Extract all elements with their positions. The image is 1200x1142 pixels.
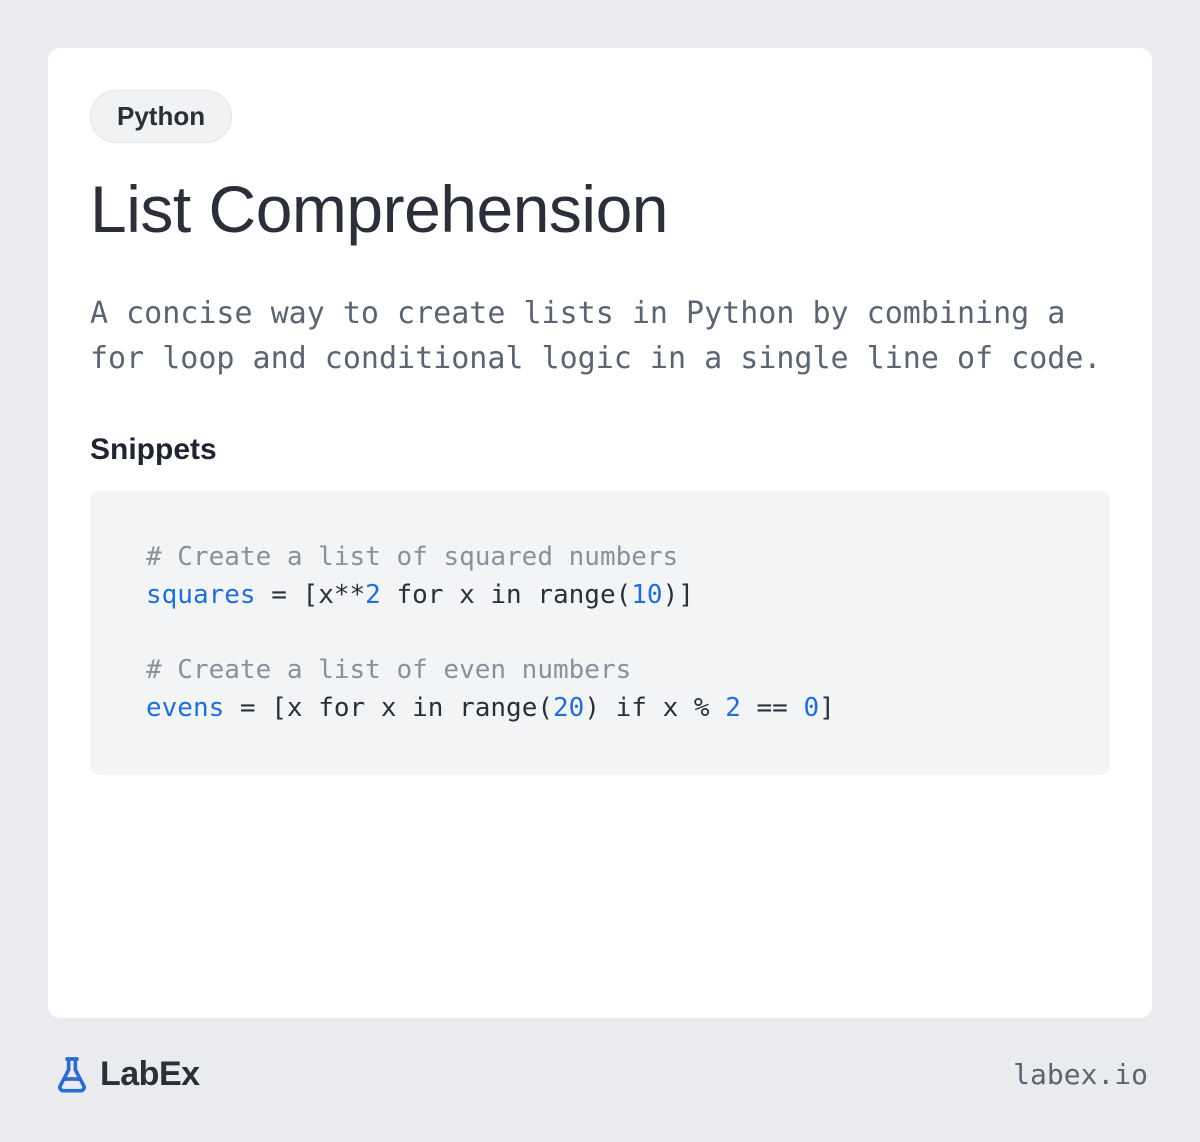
snippets-heading: Snippets: [90, 433, 1110, 467]
code-variable: squares: [146, 580, 256, 610]
flask-icon: [52, 1054, 92, 1094]
code-snippet: # Create a list of squared numbers squar…: [90, 491, 1110, 775]
language-tag: Python: [90, 90, 232, 143]
page-title: List Comprehension: [90, 171, 1110, 247]
code-variable: evens: [146, 693, 224, 723]
footer: LabEx labex.io: [48, 1054, 1152, 1094]
footer-url: labex.io: [1013, 1058, 1148, 1091]
description-text: A concise way to create lists in Python …: [90, 291, 1110, 381]
content-card: Python List Comprehension A concise way …: [48, 48, 1152, 1018]
logo-text: LabEx: [100, 1055, 200, 1094]
code-number: 20: [553, 693, 584, 723]
code-text: )]: [663, 580, 694, 610]
code-number: 2: [365, 580, 381, 610]
code-number: 2: [725, 693, 741, 723]
code-comment: # Create a list of even numbers: [146, 655, 631, 685]
code-text: for x in range(: [381, 580, 631, 610]
code-text: ) if x %: [584, 693, 725, 723]
code-number: 10: [631, 580, 662, 610]
logo: LabEx: [52, 1054, 200, 1094]
code-comment: # Create a list of squared numbers: [146, 542, 678, 572]
code-text: ==: [741, 693, 804, 723]
code-text: = [x**: [256, 580, 366, 610]
code-text: ]: [819, 693, 835, 723]
code-number: 0: [804, 693, 820, 723]
code-text: = [x for x in range(: [224, 693, 553, 723]
